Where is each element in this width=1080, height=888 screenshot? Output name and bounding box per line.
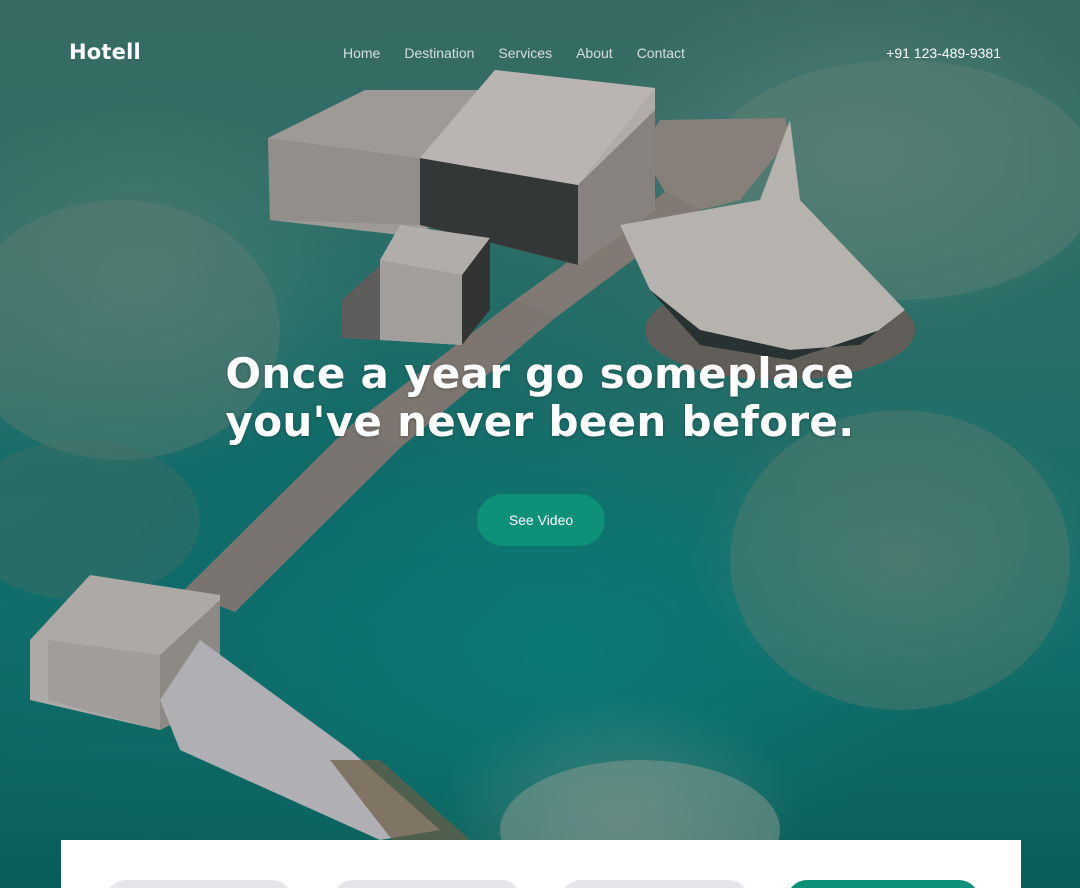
nav-item-services[interactable]: Services bbox=[486, 45, 564, 61]
hero-section: Hotell Home Destination Services About C… bbox=[0, 0, 1080, 888]
top-navbar: Hotell Home Destination Services About C… bbox=[0, 0, 1080, 108]
hero-headline-line-1: Once a year go someplace bbox=[225, 349, 855, 398]
hero-headline-line-2: you've never been before. bbox=[225, 397, 855, 446]
nav-item-contact[interactable]: Contact bbox=[625, 45, 697, 61]
see-video-button[interactable]: See Video bbox=[477, 494, 605, 546]
booking-submit-button[interactable] bbox=[787, 880, 979, 888]
brand-logo[interactable]: Hotell bbox=[69, 40, 141, 64]
booking-field-1[interactable] bbox=[106, 880, 292, 888]
hero-headline: Once a year go someplace you've never be… bbox=[140, 350, 940, 446]
nav-item-home[interactable]: Home bbox=[331, 45, 392, 61]
booking-panel bbox=[61, 840, 1021, 888]
phone-number[interactable]: +91 123-489-9381 bbox=[886, 45, 1001, 61]
booking-field-3[interactable] bbox=[561, 880, 749, 888]
main-menu: Home Destination Services About Contact bbox=[331, 45, 697, 61]
nav-item-about[interactable]: About bbox=[564, 45, 625, 61]
nav-item-destination[interactable]: Destination bbox=[392, 45, 486, 61]
booking-field-2[interactable] bbox=[333, 880, 521, 888]
